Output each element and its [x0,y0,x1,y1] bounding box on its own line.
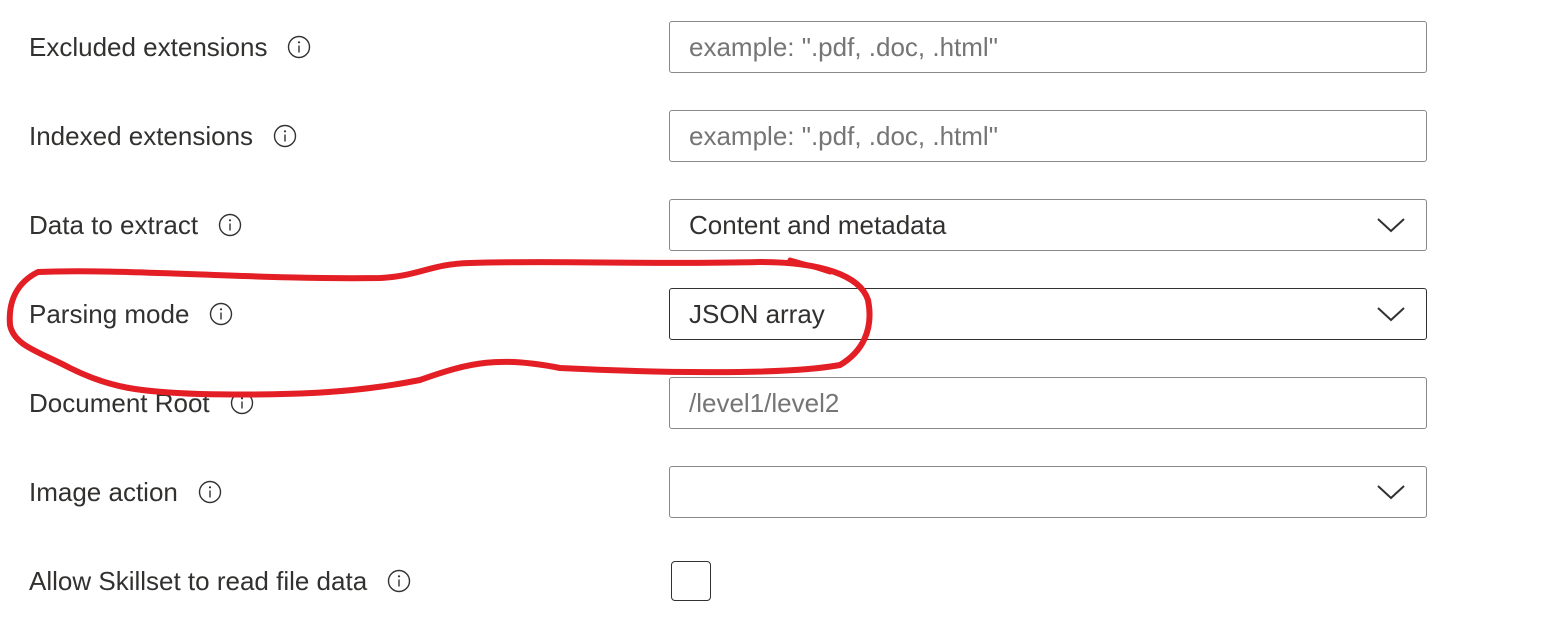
document-root-row: Document Root /level1/level2 [0,376,1560,430]
data-to-extract-value: Content and metadata [689,209,947,240]
info-icon[interactable] [230,391,254,415]
info-icon[interactable] [209,302,233,326]
data-to-extract-dropdown[interactable]: Content and metadata [669,199,1427,251]
parsing-mode-row: Parsing mode JSON array [0,287,1560,341]
document-root-placeholder: /level1/level2 [689,387,840,418]
allow-skillset-label-group: Allow Skillset to read file data [29,554,411,608]
data-to-extract-label: Data to extract [29,210,199,240]
indexed-extensions-label: Indexed extensions [29,121,254,151]
chevron-down-icon [1377,485,1405,500]
info-icon[interactable] [198,480,222,504]
allow-skillset-row: Allow Skillset to read file data [0,554,1560,608]
allow-skillset-label: Allow Skillset to read file data [29,566,368,596]
document-root-label: Document Root [29,388,210,418]
data-to-extract-row: Data to extract Content and metadata [0,198,1560,252]
excluded-extensions-placeholder: example: ".pdf, .doc, .html" [689,31,998,62]
excluded-extensions-input[interactable]: example: ".pdf, .doc, .html" [669,21,1427,73]
info-icon[interactable] [273,124,297,148]
excluded-extensions-row: Excluded extensions example: ".pdf, .doc… [0,20,1560,74]
excluded-extensions-label: Excluded extensions [29,32,268,62]
excluded-extensions-label-group: Excluded extensions [29,20,311,74]
chevron-down-icon [1377,218,1405,233]
parsing-mode-value: JSON array [689,298,825,329]
parsing-mode-label-group: Parsing mode [29,287,233,341]
parsing-mode-label: Parsing mode [29,299,190,329]
info-icon[interactable] [287,35,311,59]
indexed-extensions-placeholder: example: ".pdf, .doc, .html" [689,120,998,151]
chevron-down-icon [1377,307,1405,322]
parsing-mode-dropdown[interactable]: JSON array [669,288,1427,340]
indexed-extensions-row: Indexed extensions example: ".pdf, .doc,… [0,109,1560,163]
image-action-label-group: Image action [29,465,222,519]
info-icon[interactable] [218,213,242,237]
allow-skillset-checkbox[interactable] [671,561,711,601]
image-action-row: Image action [0,465,1560,519]
image-action-dropdown[interactable] [669,466,1427,518]
indexed-extensions-label-group: Indexed extensions [29,109,297,163]
data-to-extract-label-group: Data to extract [29,198,242,252]
indexed-extensions-input[interactable]: example: ".pdf, .doc, .html" [669,110,1427,162]
document-root-label-group: Document Root [29,376,254,430]
info-icon[interactable] [387,569,411,593]
image-action-label: Image action [29,477,178,507]
document-root-input[interactable]: /level1/level2 [669,377,1427,429]
